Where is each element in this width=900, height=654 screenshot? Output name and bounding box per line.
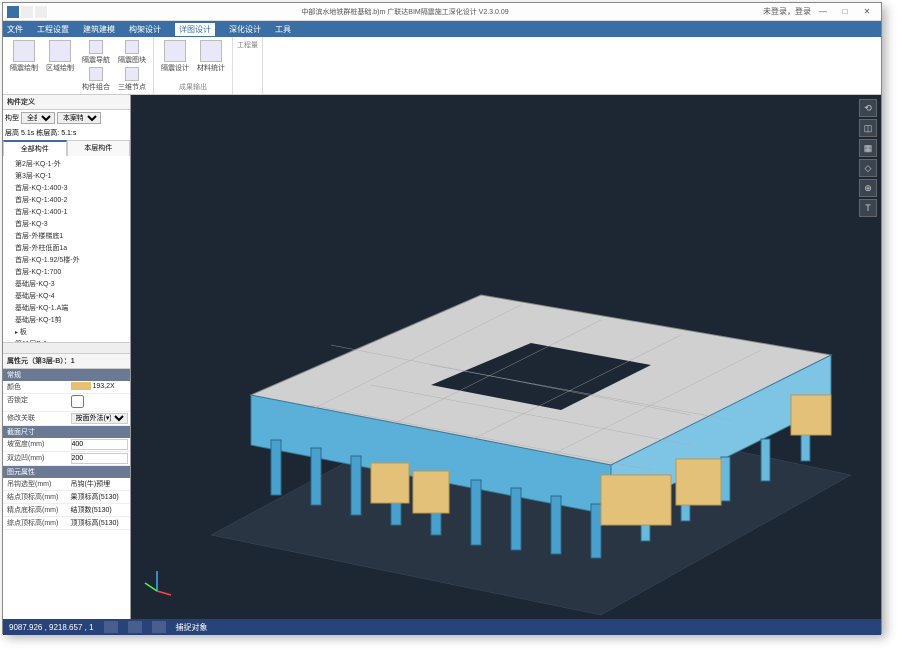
prop-section-geo[interactable]: 截面尺寸	[3, 426, 130, 438]
tree-item[interactable]: 基础层-KQ-1剪	[5, 314, 128, 326]
prop-lock-label: 否锁定	[3, 394, 69, 411]
tree-item[interactable]: 基础层-KQ-4	[5, 290, 128, 302]
close-button[interactable]: ✕	[857, 5, 877, 19]
tab-all-components[interactable]: 全部构件	[3, 140, 67, 156]
prop-label: 结点顶标高(mm)	[3, 491, 69, 503]
menu-file[interactable]: 文件	[7, 24, 23, 35]
prop-value[interactable]: 吊钩(牛)预埋	[69, 478, 131, 490]
props-panel-title: 属性元（第3层-B）：1	[3, 354, 130, 369]
tree-item[interactable]: 首层-外柱低面1a	[5, 242, 128, 254]
tree-item[interactable]: 首层-外楼梯底1	[5, 230, 128, 242]
floor-height-value: 5.1:s	[61, 130, 76, 137]
tab-floor-components[interactable]: 本层构件	[67, 140, 131, 156]
3d-viewport[interactable]: ⟲ ◫ ▦ ◇ ⊕ T	[131, 95, 881, 619]
tree-item[interactable]: 基础层-KQ-1.A端	[5, 302, 128, 314]
prop-lock-checkbox[interactable]	[71, 395, 84, 408]
filter1-label: 构型	[5, 113, 19, 123]
prop-link-label: 修改关联	[3, 412, 69, 425]
prop-section-unit[interactable]: 图元属性	[3, 466, 130, 478]
height-label: 层高	[5, 128, 19, 138]
ribbon-assembly[interactable]: 构件组合	[79, 66, 113, 93]
view-zoom-icon[interactable]: ⊕	[859, 179, 877, 197]
status-snap-label: 捕捉对象	[176, 622, 208, 633]
tree-item[interactable]: 首层-KQ-1:700	[5, 266, 128, 278]
filter2-select[interactable]: 本案特征	[57, 112, 101, 124]
login-link[interactable]: 未登录，登录	[763, 6, 811, 17]
ribbon-nav[interactable]: 隔震导航	[79, 39, 113, 66]
tree-item[interactable]: 第2层-KQ-1-外	[5, 158, 128, 170]
prop-thick-label: 双边凹(mm)	[3, 452, 69, 465]
menu-frame[interactable]: 构架设计	[129, 24, 161, 35]
minimize-button[interactable]: —	[813, 5, 833, 19]
ribbon-material[interactable]: 材料统计	[194, 39, 228, 74]
view-iso-icon[interactable]: ◇	[859, 159, 877, 177]
axis-gizmo[interactable]	[139, 561, 175, 597]
prop-thick-input[interactable]	[71, 453, 129, 464]
panel-divider[interactable]	[3, 342, 130, 354]
prop-color-label: 颜色	[3, 381, 69, 393]
components-panel-title: 构件定义	[3, 95, 130, 110]
view-grid-icon[interactable]: ▦	[859, 139, 877, 157]
color-swatch[interactable]	[71, 382, 91, 390]
prop-value[interactable]: 果顶标高(5130)	[69, 491, 131, 503]
prop-section-general[interactable]: 常规	[3, 369, 130, 381]
menu-tool[interactable]: 工具	[275, 24, 291, 35]
building-model	[131, 95, 881, 619]
prop-label: 精点底标高(mm)	[3, 504, 69, 516]
component-tree[interactable]: 第2层-KQ-1-外 第3层-KQ-1 首层-KQ-1:400-3 首层-KQ-…	[3, 156, 130, 342]
prop-label: 吊钩选型(mm)	[3, 478, 69, 490]
floor-height-label: 栋层高:	[36, 128, 59, 138]
statusbar: 9087.926 , 9218.657 , 1 捕捉对象	[3, 619, 881, 635]
ribbon-area[interactable]: 区域绘制	[43, 39, 77, 93]
properties-panel: 常规 颜色 193,2X 否锁定 修改关联按面外法(▾) 截面尺寸 坡宽度(mm…	[3, 369, 130, 619]
tree-item[interactable]: 第3层-KQ-1	[5, 170, 128, 182]
titlebar: 中部滨水地铁群桩基础.b)m 广联达BIM隔震施工深化设计 V2.3.0.09 …	[3, 3, 881, 21]
ribbon-block[interactable]: 隔震图块	[115, 39, 149, 66]
view-pan-icon[interactable]: ◫	[859, 119, 877, 137]
view-toolbar: ⟲ ◫ ▦ ◇ ⊕ T	[859, 99, 877, 217]
status-button-1[interactable]	[104, 621, 118, 633]
menu-model[interactable]: 建筑建模	[83, 24, 115, 35]
menu-project[interactable]: 工程设置	[37, 24, 69, 35]
ribbon-design[interactable]: 隔震设计	[158, 39, 192, 74]
window-title: 中部滨水地铁群桩基础.b)m 广联达BIM隔震施工深化设计 V2.3.0.09	[47, 7, 763, 17]
app-icon	[7, 6, 19, 18]
tree-item[interactable]: 基础层-KQ-3	[5, 278, 128, 290]
tree-item[interactable]: 首层-KQ-1:400-1	[5, 206, 128, 218]
ribbon-3djoint[interactable]: 三维节点	[115, 66, 149, 93]
maximize-button[interactable]: □	[835, 5, 855, 19]
status-coords: 9087.926 , 9218.657 , 1	[9, 623, 94, 632]
status-button-3[interactable]	[152, 621, 166, 633]
sidebar: 构件定义 构型 全部 本案特征 层高 5.1s 栋层高: 5.1:s 全部构件 …	[3, 95, 131, 619]
ribbon-draw[interactable]: 隔震绘制	[7, 39, 41, 93]
view-text-icon[interactable]: T	[859, 199, 877, 217]
tree-item[interactable]: 首层-KQ-3	[5, 218, 128, 230]
tree-item[interactable]: 首层-KQ-1:400-3	[5, 182, 128, 194]
prop-value[interactable]: 结顶数(5130)	[69, 504, 131, 516]
prop-width-label: 坡宽度(mm)	[3, 438, 69, 451]
menu-deep[interactable]: 深化设计	[229, 24, 261, 35]
status-button-2[interactable]	[128, 621, 142, 633]
tree-group-slab[interactable]: 板	[5, 326, 128, 338]
prop-label: 综点顶标高(mm)	[3, 517, 69, 529]
prop-value[interactable]: 顶顶标高(5130)	[69, 517, 131, 529]
tree-item[interactable]: 首层-KQ-1.92/5楼-外	[5, 254, 128, 266]
menu-detail[interactable]: 详图设计	[175, 23, 215, 36]
ribbon-group-label-2: 成果输出	[179, 81, 207, 92]
qat-save-icon[interactable]	[21, 6, 33, 18]
ribbon-group-label-3: 工程量	[237, 39, 258, 50]
view-orbit-icon[interactable]: ⟲	[859, 99, 877, 117]
tree-item[interactable]: 首层-KQ-1:400-2	[5, 194, 128, 206]
prop-link-select[interactable]: 按面外法(▾)	[71, 413, 129, 424]
height-value: 5.1s	[21, 130, 34, 137]
filter1-select[interactable]: 全部	[21, 112, 55, 124]
qat-undo-icon[interactable]	[35, 6, 47, 18]
prop-width-input[interactable]	[71, 439, 129, 450]
prop-color-value: 193,2X	[92, 383, 114, 390]
menubar: 文件 工程设置 建筑建模 构架设计 详图设计 深化设计 工具	[3, 21, 881, 37]
ribbon: 隔震绘制 区域绘制 隔震导航 构件组合 隔震图块 三维节点 构架 隔震设计 材料…	[3, 37, 881, 95]
